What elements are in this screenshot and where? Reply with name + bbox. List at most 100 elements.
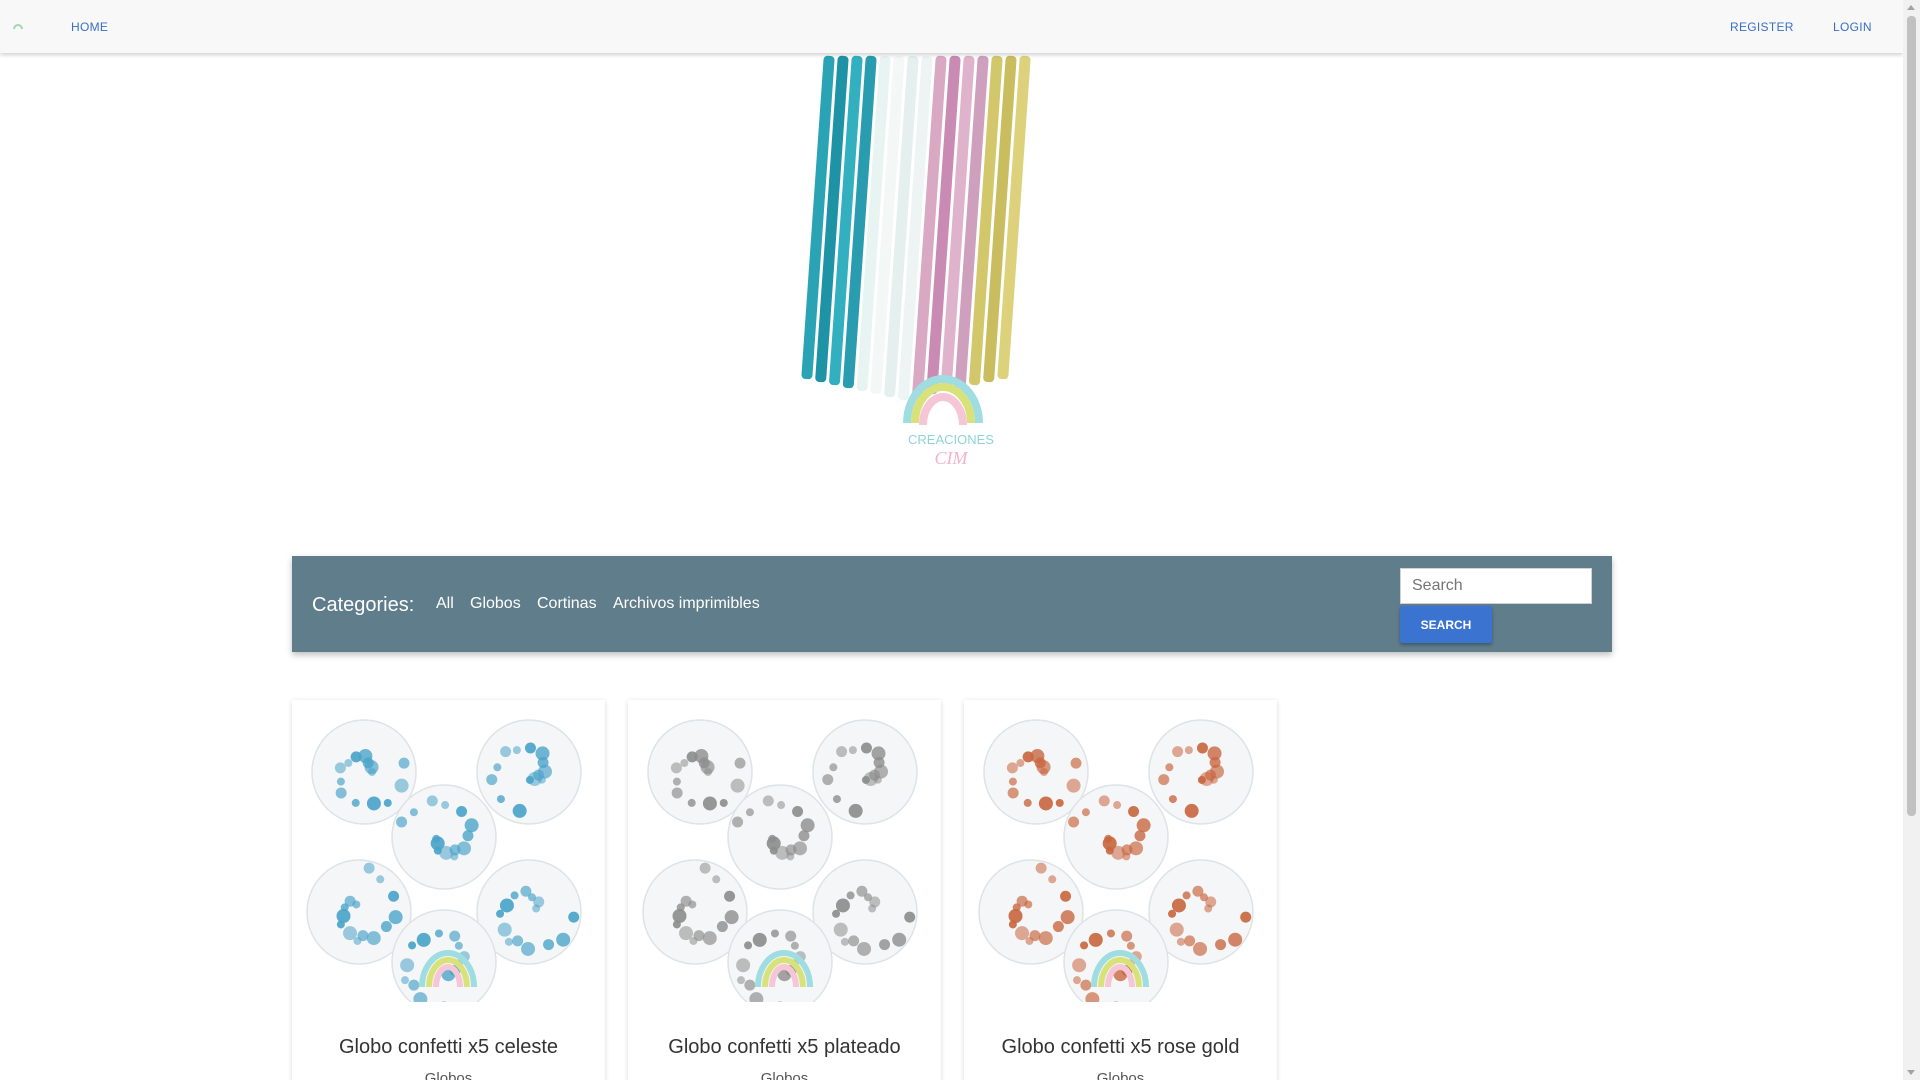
confetti-dot <box>734 757 746 769</box>
logo-text-cim: CIM <box>935 448 969 468</box>
product-title[interactable]: Globo confetti x5 plateado <box>628 1036 941 1059</box>
confetti-dot <box>744 979 756 991</box>
confetti-dot <box>868 769 880 781</box>
confetti-dot <box>401 976 410 985</box>
confetti-dot <box>1128 805 1140 817</box>
nav-register-link[interactable]: REGISTER <box>1730 20 1794 34</box>
confetti-dot <box>1029 930 1041 942</box>
site-logo-icon[interactable] <box>13 20 23 30</box>
confetti-dot <box>1060 890 1072 902</box>
candles-image-icon: CREACIONES CIM <box>801 55 1031 468</box>
confetti-dot <box>1007 787 1019 799</box>
confetti-dot <box>736 958 751 973</box>
product-card[interactable]: Globo confetti x5 rose gold Globos <box>964 700 1277 1080</box>
confetti-dot <box>832 795 841 804</box>
search-button[interactable]: SEARCH <box>1400 606 1492 643</box>
confetti-dot <box>1088 932 1103 947</box>
balloons-silver-image-icon <box>642 719 918 1015</box>
category-link-cortinas[interactable]: Cortinas <box>537 595 597 613</box>
confetti-dot <box>499 898 514 913</box>
confetti-dot <box>693 930 705 942</box>
confetti-dot <box>434 929 443 938</box>
confetti-dot <box>1172 746 1184 758</box>
confetti-dot <box>702 931 717 946</box>
confetti-dot <box>848 746 857 755</box>
balloon-shape <box>727 784 833 890</box>
confetti-dot <box>712 875 721 884</box>
confetti-dot <box>449 844 461 856</box>
balloons-rosegold-image-icon <box>978 719 1254 1015</box>
confetti-dot <box>724 910 739 925</box>
confetti-dot <box>396 816 408 828</box>
confetti-dot <box>732 816 744 828</box>
confetti-dot <box>1016 759 1025 767</box>
confetti-dot <box>1035 862 1047 874</box>
confetti-dot <box>408 979 420 991</box>
confetti-dot <box>1048 875 1057 884</box>
balloons-celeste-image-icon <box>306 719 582 1015</box>
scroll-down-arrow-icon[interactable] <box>1907 1070 1915 1075</box>
product-card[interactable]: Globo confetti x5 plateado Globos <box>628 700 941 1080</box>
confetti-dot <box>537 756 549 768</box>
confetti-dot <box>699 862 711 874</box>
confetti-dot <box>462 830 474 842</box>
confetti-dot <box>873 756 885 768</box>
product-title[interactable]: Globo confetti x5 rose gold <box>964 1036 1277 1059</box>
confetti-dot <box>863 893 872 902</box>
confetti-dot <box>343 926 358 941</box>
confetti-dot <box>1098 795 1110 807</box>
nav-home-link[interactable]: HOME <box>71 20 108 34</box>
confetti-dot <box>702 796 717 811</box>
confetti-dot <box>383 798 392 807</box>
confetti-dot <box>686 751 698 763</box>
product-image[interactable] <box>640 712 929 1015</box>
confetti-dot <box>848 803 863 818</box>
logo-text-creaciones: CREACIONES <box>908 432 994 447</box>
confetti-dot <box>426 795 438 807</box>
confetti-dot <box>1204 904 1213 913</box>
search-input[interactable] <box>1400 568 1592 604</box>
confetti-dot <box>441 801 450 810</box>
confetti-dot <box>1008 909 1023 924</box>
confetti-dot <box>1121 930 1133 942</box>
confetti-dot <box>351 798 360 807</box>
rainbow-logo-icon <box>903 375 983 426</box>
scroll-up-arrow-icon[interactable] <box>1907 5 1915 10</box>
confetti-dot <box>716 921 728 933</box>
confetti-dot <box>790 941 799 950</box>
confetti-dot <box>398 757 410 769</box>
confetti-dot <box>1184 803 1199 818</box>
category-link-all[interactable]: All <box>436 595 454 613</box>
confetti-dot <box>744 941 753 950</box>
confetti-dot <box>1171 898 1186 913</box>
confetti-dot <box>556 932 571 947</box>
confetti-dot <box>766 836 781 851</box>
product-image[interactable] <box>304 712 593 1015</box>
confetti-dot <box>568 911 580 923</box>
balloon-shape <box>476 719 582 825</box>
product-card[interactable]: Globo confetti x5 celeste Globos <box>292 700 605 1080</box>
scroll-thumb[interactable] <box>1907 16 1916 816</box>
confetti-dot <box>835 898 850 913</box>
confetti-dot <box>833 922 848 937</box>
confetti-dot <box>336 777 345 786</box>
confetti-dot <box>1182 891 1191 900</box>
confetti-dot <box>1034 757 1046 769</box>
confetti-dot <box>792 805 804 817</box>
category-link-archivos-imprimibles[interactable]: Archivos imprimibles <box>613 595 760 613</box>
page-scrollbar[interactable] <box>1903 0 1920 1080</box>
product-title[interactable]: Globo confetti x5 celeste <box>292 1036 605 1059</box>
confetti-dot <box>1038 931 1053 946</box>
category-link-globos[interactable]: Globos <box>470 595 521 613</box>
hero-banner-image: CREACIONES CIM <box>715 53 1170 473</box>
confetti-dot <box>1158 774 1170 786</box>
product-image[interactable] <box>976 712 1265 1015</box>
category-bar: Categories: All Globos Cortinas Archivos… <box>292 556 1612 652</box>
confetti-dot <box>362 757 374 769</box>
confetti-dot <box>798 830 810 842</box>
confetti-dot <box>670 762 682 774</box>
confetti-dot <box>504 937 513 946</box>
nav-login-link[interactable]: LOGIN <box>1833 20 1872 34</box>
product-category: Globos <box>760 1070 809 1080</box>
top-navbar: HOME REGISTER LOGIN <box>0 0 1903 53</box>
